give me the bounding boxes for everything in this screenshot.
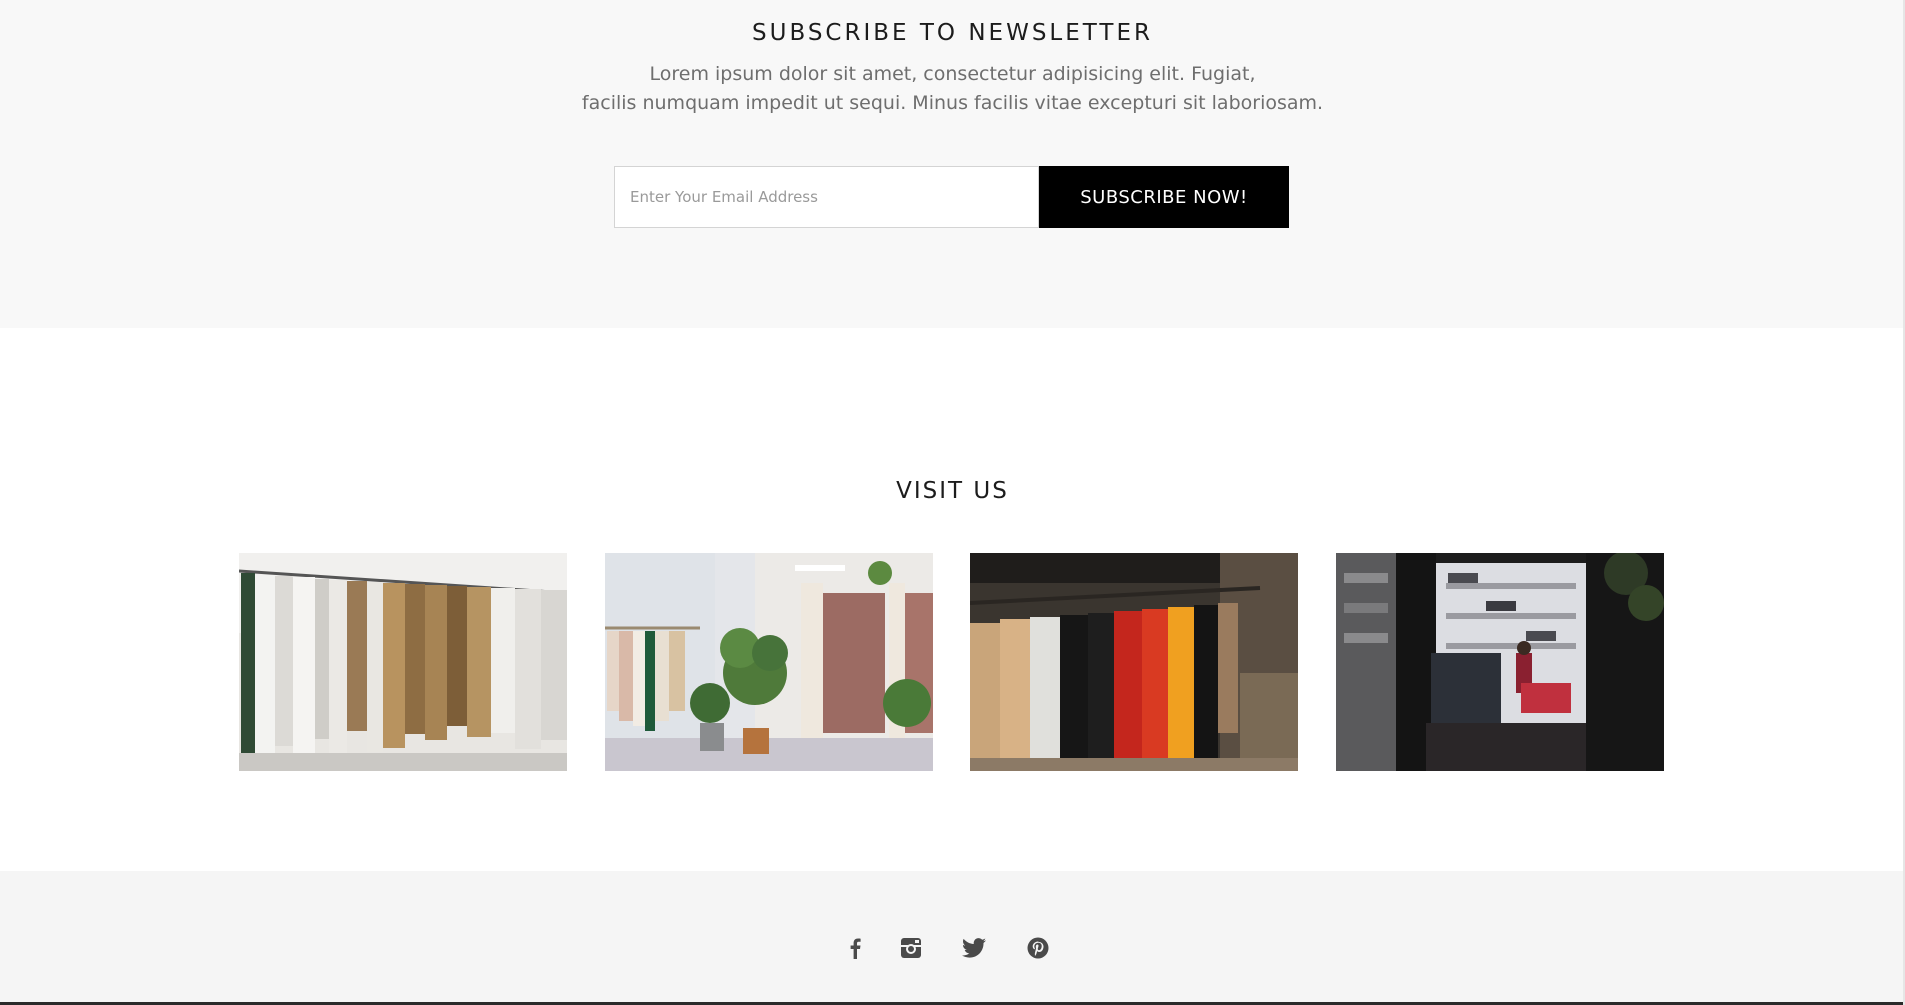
facebook-icon: [850, 938, 861, 959]
gallery-photo-3[interactable]: [970, 553, 1298, 771]
newsletter-form: SUBSCRIBE NOW!: [614, 166, 1289, 228]
newsletter-description-line: Lorem ipsum dolor sit amet, consectetur …: [649, 63, 1256, 85]
twitter-icon: [962, 938, 986, 958]
visit-us-section: VISIT US: [0, 328, 1905, 871]
email-input[interactable]: [614, 166, 1039, 228]
pinterest-link[interactable]: [1023, 933, 1053, 963]
footer: [0, 871, 1905, 1005]
newsletter-description: Lorem ipsum dolor sit amet, consectetur …: [0, 60, 1905, 118]
instagram-link[interactable]: [896, 933, 926, 963]
newsletter-title: SUBSCRIBE TO NEWSLETTER: [752, 20, 1153, 46]
boutique-interior-photo: [605, 553, 933, 771]
facebook-link[interactable]: [840, 933, 870, 963]
clothing-rack-photo: [239, 553, 567, 771]
newsletter-section: SUBSCRIBE TO NEWSLETTER Lorem ipsum dolo…: [0, 0, 1905, 328]
shirts-on-hangers-photo: [970, 553, 1298, 771]
instagram-icon: [901, 938, 921, 958]
gallery-photo-4[interactable]: [1336, 553, 1664, 771]
gallery-photo-1[interactable]: [239, 553, 567, 771]
visit-us-title: VISIT US: [896, 478, 1009, 504]
gallery-photo-2[interactable]: [605, 553, 933, 771]
newsletter-description-line: facilis numquam impedit ut sequi. Minus …: [581, 92, 1324, 114]
subscribe-button[interactable]: SUBSCRIBE NOW!: [1039, 166, 1289, 228]
dark-store-interior-photo: [1336, 553, 1664, 771]
pinterest-icon: [1027, 937, 1049, 959]
twitter-link[interactable]: [959, 933, 989, 963]
